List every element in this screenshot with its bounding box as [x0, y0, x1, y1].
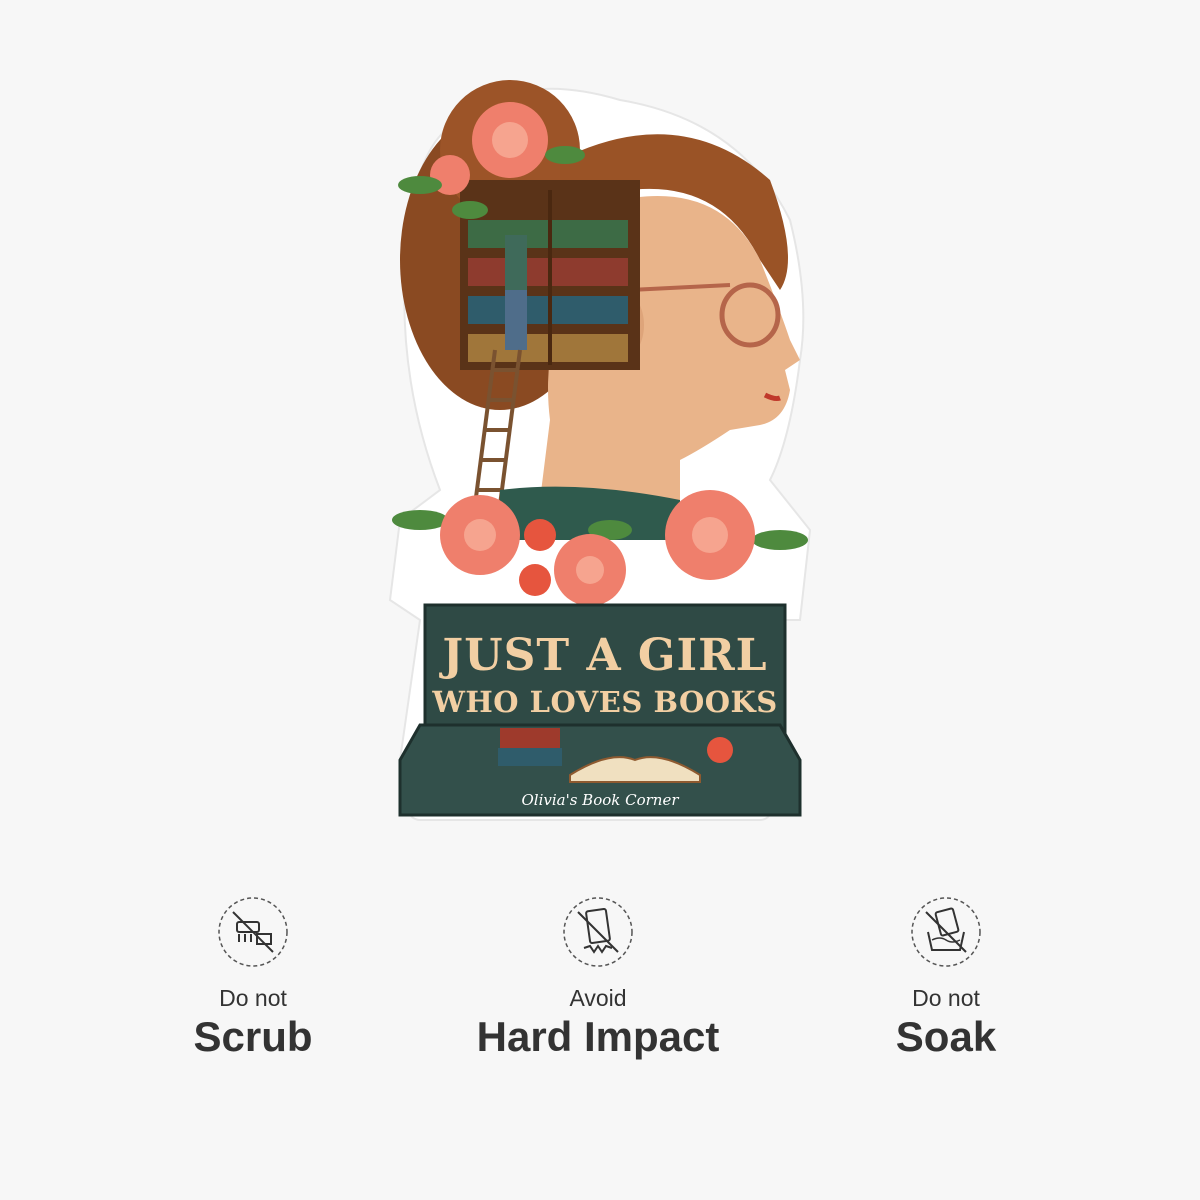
plaque-title-line2: WHO LOVES BOOKS — [431, 685, 777, 719]
no-impact-icon — [562, 896, 634, 968]
care-main-label: Scrub — [193, 1013, 313, 1060]
care-instructions: Do not Scrub Avoid Hard Impact Do not So… — [0, 896, 1200, 1076]
care-item-soak: Do not Soak — [776, 896, 1116, 1062]
care-main-label: Hard Impact — [476, 1013, 720, 1060]
base-flower — [707, 737, 733, 763]
care-item-impact: Avoid Hard Impact — [428, 896, 768, 1062]
care-item-scrub: Do not Scrub — [83, 896, 423, 1062]
no-scrub-icon — [217, 896, 289, 968]
tiny-girl-jeans — [505, 290, 527, 350]
stacked-book-2 — [498, 748, 562, 766]
care-pre-label: Avoid — [569, 985, 627, 1011]
stacked-book-1 — [500, 728, 560, 748]
product-image: JUST A GIRL WHO LOVES BOOKS Olivia's Boo… — [380, 60, 820, 830]
acrylic-plaque-illustration: JUST A GIRL WHO LOVES BOOKS Olivia's Boo… — [388, 80, 812, 821]
care-main-label: Soak — [895, 1013, 997, 1060]
tiny-girl-top — [505, 235, 527, 290]
plaque-signature: Olivia's Book Corner — [521, 791, 679, 809]
plaque-title-line1: JUST A GIRL — [438, 630, 767, 681]
no-soak-icon — [910, 896, 982, 968]
care-pre-label: Do not — [912, 985, 980, 1011]
care-pre-label: Do not — [219, 985, 287, 1011]
